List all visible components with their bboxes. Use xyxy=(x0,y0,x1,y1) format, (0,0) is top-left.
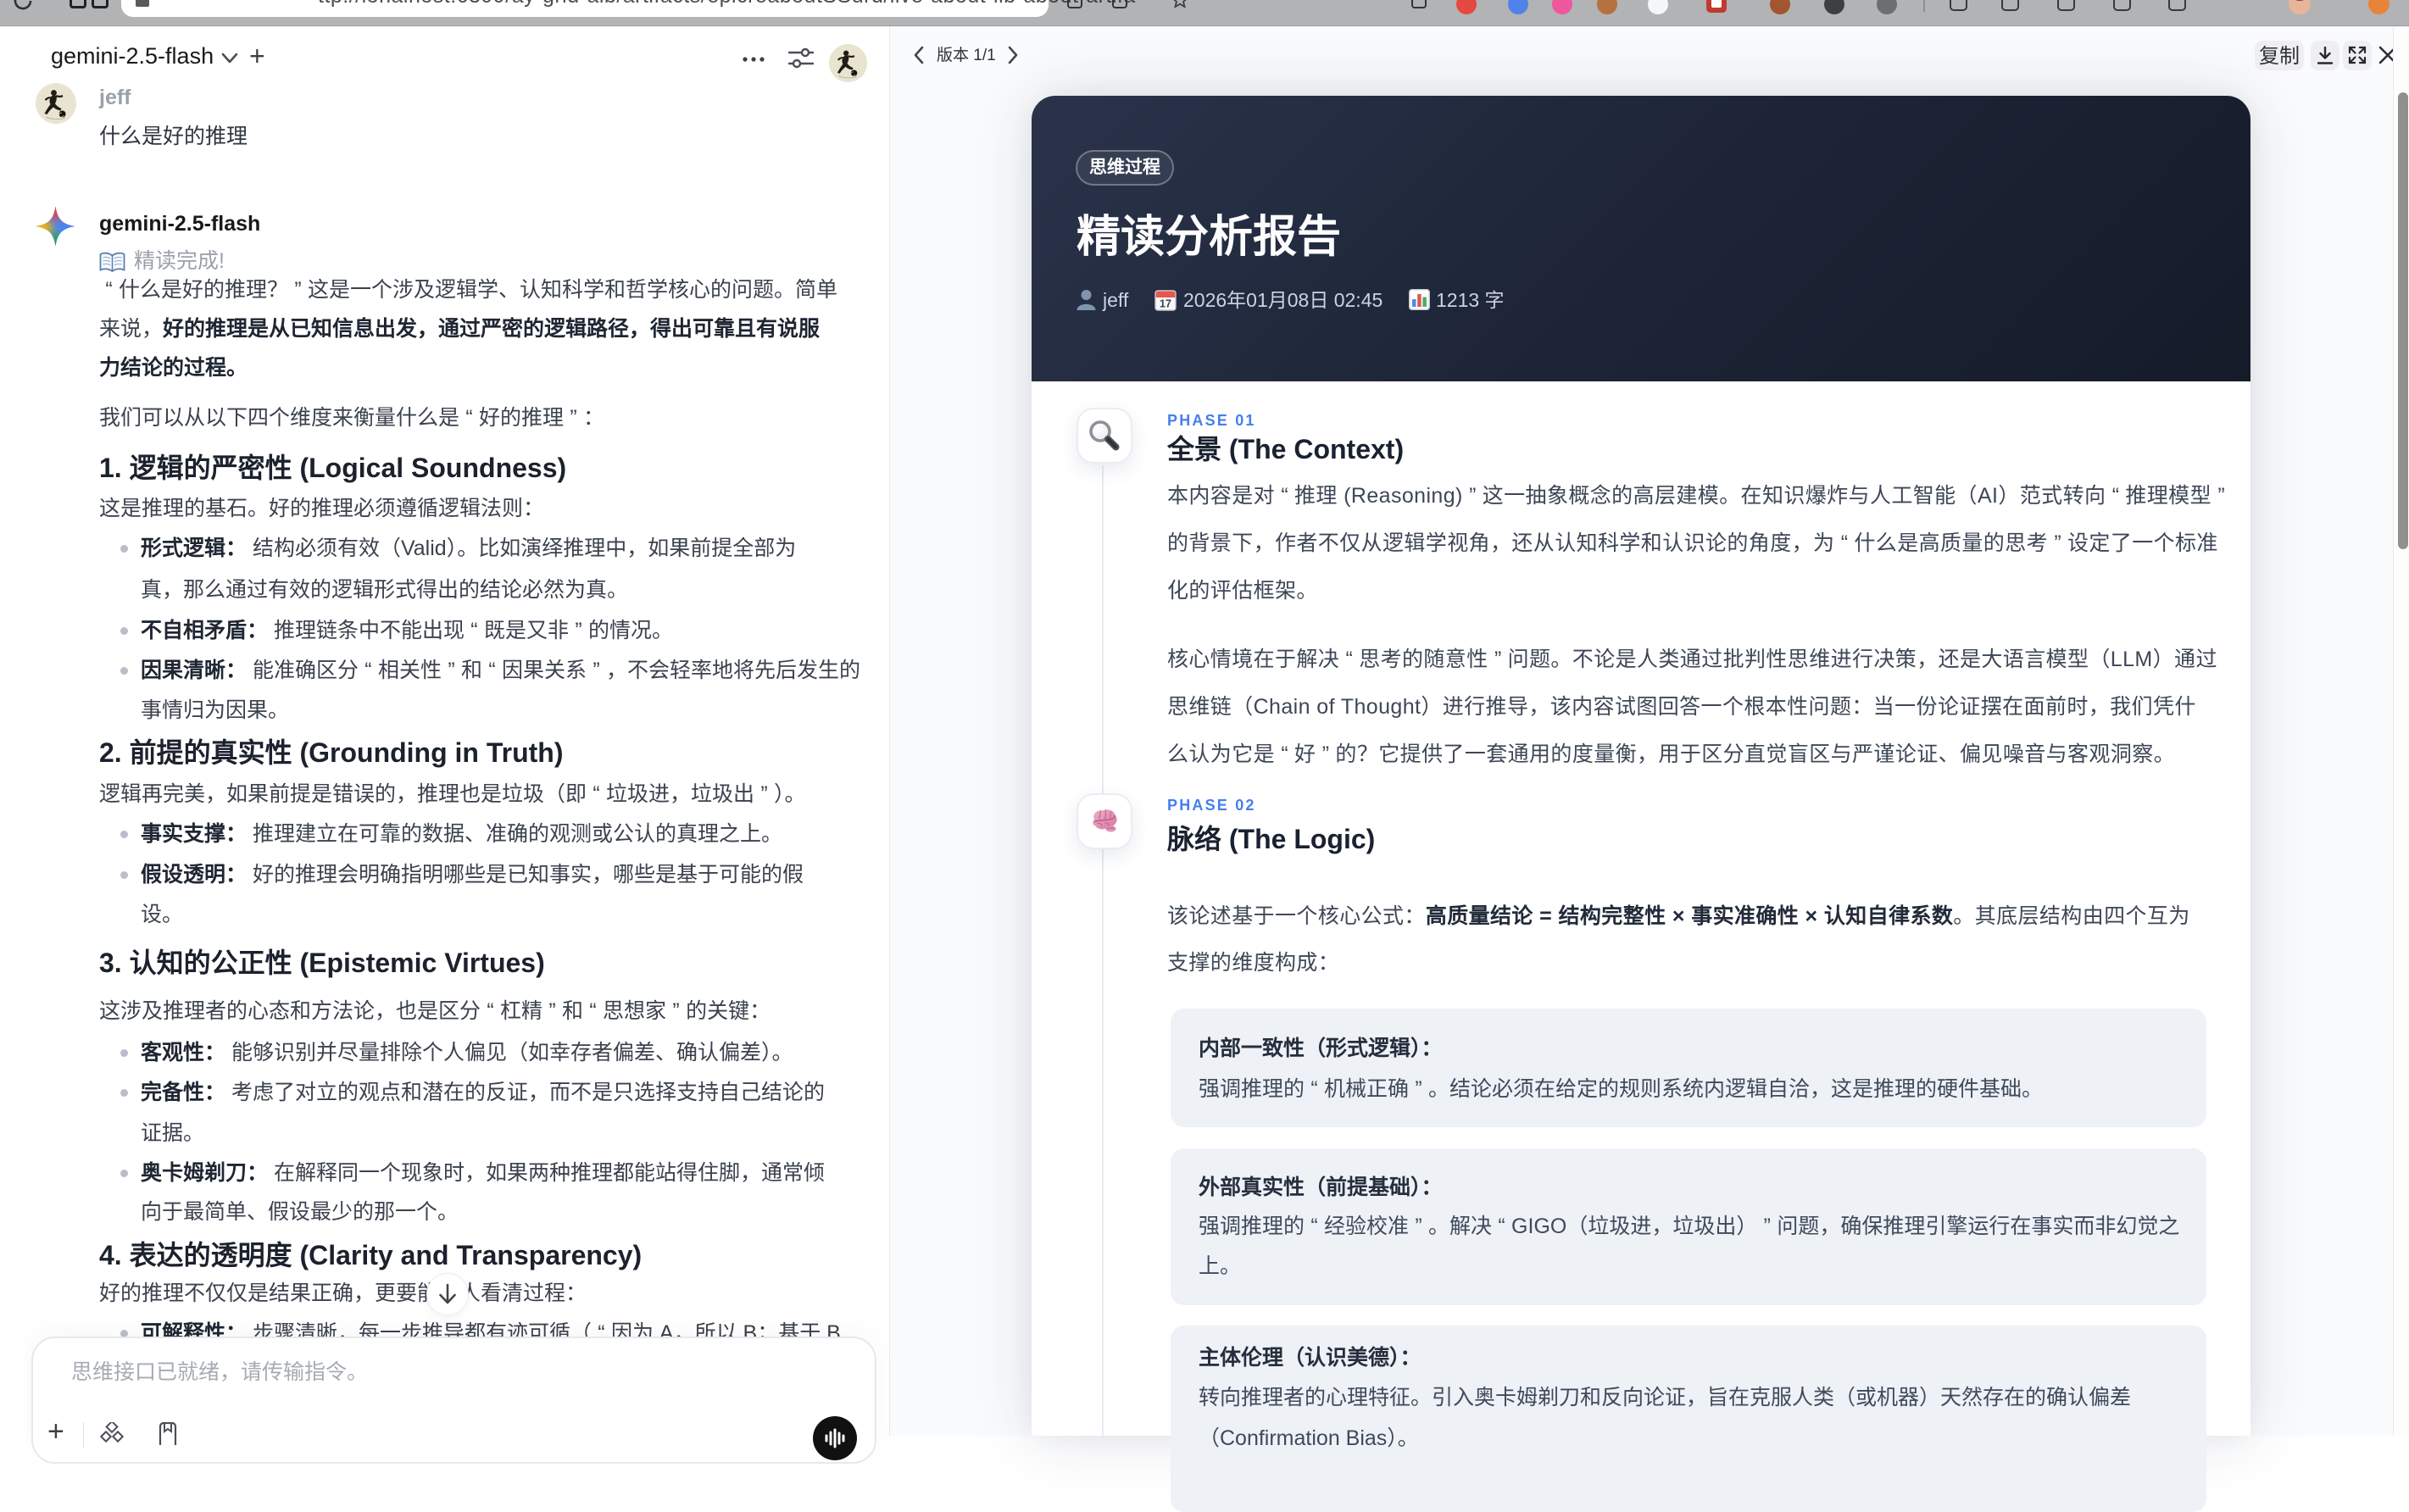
svg-text:17: 17 xyxy=(1160,298,1171,310)
